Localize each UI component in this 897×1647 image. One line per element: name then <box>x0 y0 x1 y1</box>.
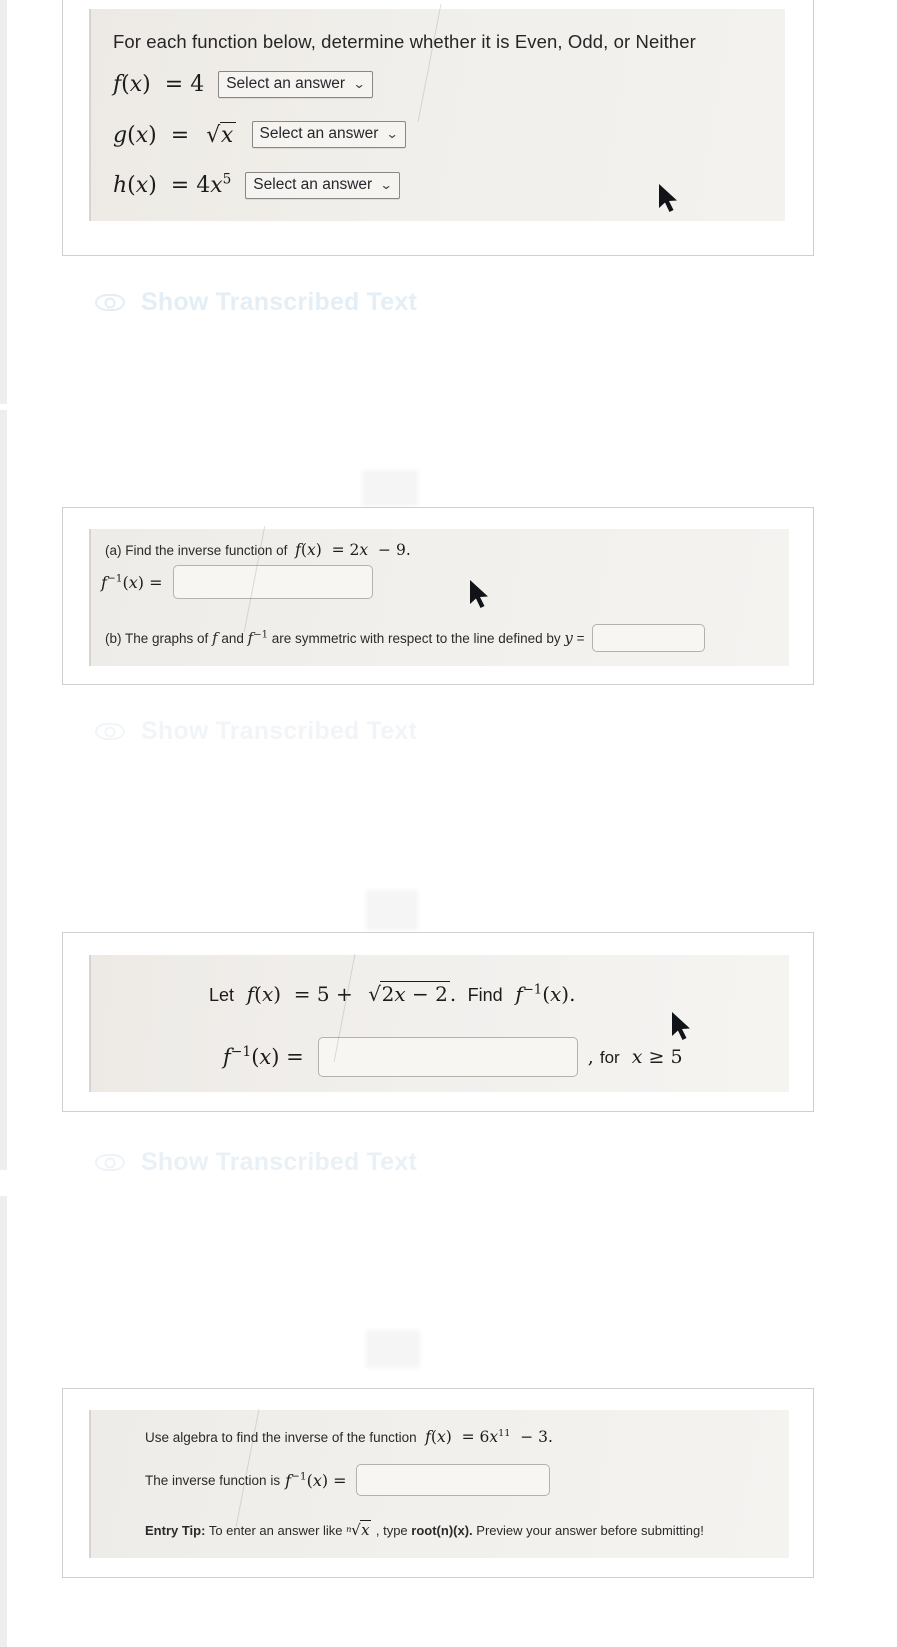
question-4-entry-tip-middle: , type <box>375 1523 408 1538</box>
question-card-3: Let f(x) = 5 + √2x − 2. Find f−1(x). f−1… <box>62 932 814 1112</box>
question-2-part-a-answer-row: f−1(x) = <box>101 565 373 599</box>
question-4-answer-input[interactable] <box>355 1464 550 1496</box>
eye-icon <box>95 1154 125 1171</box>
question-1-prompt: For each function below, determine wheth… <box>113 31 696 52</box>
question-1-row-3: h(x) = 4x5 Select an answer ⌄ <box>113 172 400 199</box>
question-3-answer-prefix: f−1(x) = <box>223 1044 304 1069</box>
question-3-answer-row: f−1(x) = , for x ≥ 5 <box>223 1037 683 1077</box>
question-4-answer-prefix: f−1(x) = <box>285 1470 347 1490</box>
question-3-answer-input[interactable] <box>317 1037 578 1077</box>
question-3-domain-note: , for x ≥ 5 <box>587 1046 683 1068</box>
question-1-photo: For each function below, determine wheth… <box>89 4 785 221</box>
scanned-homework-page: For each function below, determine wheth… <box>0 0 897 1647</box>
question-2-photo: (a) Find the inverse function of f(x) = … <box>89 525 789 666</box>
show-transcribed-text-1[interactable]: Show Transcribed Text <box>95 288 417 317</box>
question-3-photo: Let f(x) = 5 + √2x − 2. Find f−1(x). f−1… <box>89 953 789 1092</box>
question-2-part-b-text: (b) The graphs of f and f−1 are symmetri… <box>105 629 585 647</box>
question-4-prompt: Use algebra to find the inverse of the f… <box>145 1428 553 1447</box>
question-1-select-2[interactable]: Select an answer ⌄ <box>251 121 407 148</box>
mouse-cursor-2 <box>470 580 488 608</box>
question-4-photo: Use algebra to find the inverse of the f… <box>89 1409 789 1558</box>
question-4-answer-row: The inverse function is f−1(x) = <box>145 1464 550 1496</box>
show-transcribed-text-1-label: Show Transcribed Text <box>141 288 418 316</box>
mouse-cursor-1 <box>659 184 677 212</box>
question-card-1: For each function below, determine wheth… <box>62 0 814 256</box>
question-4-entry-tip-before: To enter an answer like <box>208 1523 343 1538</box>
question-4-entry-tip-after: Preview your answer before submitting! <box>476 1523 704 1538</box>
question-2-part-a-label: (a) <box>105 543 122 558</box>
show-transcribed-text-3[interactable]: Show Transcribed Text <box>95 1148 417 1177</box>
scan-smudge-2 <box>366 890 418 930</box>
question-1-select-3[interactable]: Select an answer ⌄ <box>245 172 400 199</box>
chevron-down-icon: ⌄ <box>386 126 400 141</box>
question-4-prompt-before: Use algebra to find the inverse of the f… <box>145 1430 417 1445</box>
question-1-row-2-expression: g(x) = √x <box>113 121 236 148</box>
page-edge-strip-mid <box>0 410 7 1170</box>
show-transcribed-text-2-label: Show Transcribed Text <box>141 717 418 745</box>
question-1-select-1[interactable]: Select an answer ⌄ <box>218 71 373 98</box>
question-2-part-a: (a) Find the inverse function of f(x) = … <box>105 541 411 560</box>
page-edge-strip-top <box>0 0 7 404</box>
question-2-part-b: (b) The graphs of f and f−1 are symmetri… <box>105 624 706 652</box>
question-2-part-a-answer-prefix: f−1(x) = <box>101 572 163 592</box>
question-2-part-a-before: Find the inverse function of <box>125 543 288 558</box>
show-transcribed-text-3-label: Show Transcribed Text <box>141 1148 418 1176</box>
question-4-prompt-function: f(x) = 6x11 − 3. <box>425 1427 553 1446</box>
question-2-part-a-function: f(x) = 2x − 9. <box>295 541 411 559</box>
question-1-row-1-expression: f(x) = 4 <box>113 72 205 97</box>
question-4-entry-tip-label: Entry Tip: <box>145 1523 206 1538</box>
mouse-cursor-3 <box>672 1012 690 1040</box>
question-1-row-1: f(x) = 4 Select an answer ⌄ <box>113 71 373 98</box>
scan-smudge-3 <box>366 1330 420 1368</box>
question-4-entry-tip-radical: n√x <box>346 1520 372 1539</box>
question-card-2: (a) Find the inverse function of f(x) = … <box>62 507 814 685</box>
question-4-entry-tip-code: root(n)(x). <box>411 1523 473 1538</box>
scan-smudge-1 <box>362 470 418 506</box>
chevron-down-icon: ⌄ <box>379 177 394 192</box>
question-2-part-a-answer-input[interactable] <box>172 565 373 599</box>
show-transcribed-text-2[interactable]: Show Transcribed Text <box>95 717 417 746</box>
question-1-row-3-expression: h(x) = 4x5 <box>113 171 232 198</box>
chevron-down-icon: ⌄ <box>352 76 367 91</box>
question-1-select-3-value: Select an answer <box>253 176 373 193</box>
question-2-part-a-text: (a) Find the inverse function of <box>105 543 291 558</box>
question-3-prompt: Let f(x) = 5 + √2x − 2. Find f−1(x). <box>209 981 576 1006</box>
question-1-select-2-value: Select an answer <box>259 125 379 142</box>
eye-icon <box>95 294 125 311</box>
question-1-row-2: g(x) = √x Select an answer ⌄ <box>113 121 407 148</box>
eye-icon <box>95 723 125 740</box>
question-4-entry-tip: Entry Tip: To enter an answer like n√x ,… <box>145 1520 704 1539</box>
question-2-part-b-label: (b) <box>105 631 122 646</box>
question-2-part-b-answer-input[interactable] <box>592 624 706 652</box>
question-card-4: Use algebra to find the inverse of the f… <box>62 1388 814 1578</box>
question-1-select-1-value: Select an answer <box>226 75 346 92</box>
question-4-answer-label: The inverse function is <box>145 1472 281 1488</box>
page-edge-strip-bottom <box>0 1196 7 1647</box>
scan-scratch <box>417 4 442 122</box>
